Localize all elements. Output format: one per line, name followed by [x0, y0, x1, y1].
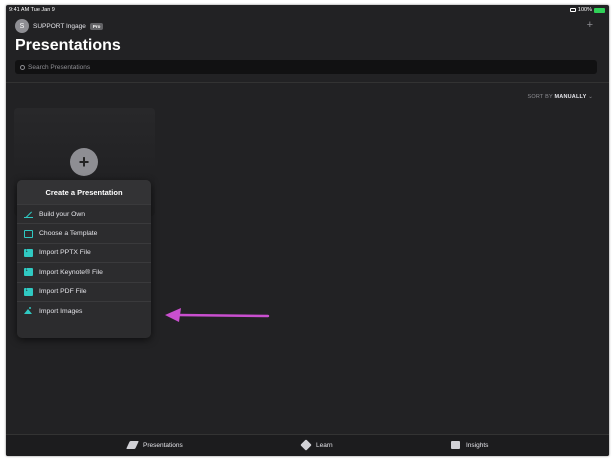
menu-item-build-your-own[interactable]: Build your Own	[17, 204, 151, 223]
search-icon	[20, 64, 25, 70]
search-input[interactable]	[28, 63, 228, 71]
sort-label: SORT BY	[527, 94, 553, 100]
menu-item-import-keynote[interactable]: Import Keynote® File	[17, 262, 151, 281]
avatar: S	[15, 19, 29, 33]
tab-presentations[interactable]: Presentations	[126, 441, 183, 449]
battery-icon	[594, 7, 605, 13]
menu-item-label: Import Keynote® File	[39, 268, 103, 276]
sort-value: MANUALLY	[554, 94, 587, 100]
status-bar: 9:41 AM Tue Jan 9 100%	[6, 5, 609, 15]
app-window: 9:41 AM Tue Jan 9 100% S SUPPORT Ingage …	[6, 5, 609, 456]
chevron-down-icon: ⌄	[588, 94, 593, 100]
account-switcher[interactable]: S SUPPORT Ingage Pro	[15, 19, 104, 33]
tab-bar: Presentations Learn Insights	[6, 434, 609, 456]
tab-label: Insights	[466, 441, 489, 449]
import-icon	[24, 266, 33, 277]
add-presentation-icon[interactable]: +	[70, 148, 98, 176]
sort-control[interactable]: SORT BY MANUALLY ⌄	[528, 94, 593, 100]
menu-item-import-pptx[interactable]: Import PPTX File	[17, 242, 151, 262]
template-icon	[24, 229, 33, 238]
tab-insights[interactable]: Insights	[451, 441, 488, 449]
pencil-icon	[24, 210, 33, 219]
menu-item-import-pdf[interactable]: Import PDF File	[17, 281, 151, 301]
learn-icon	[300, 439, 312, 451]
plus-icon[interactable]: +	[587, 19, 593, 31]
create-presentation-menu: Create a Presentation Build your Own Cho…	[17, 180, 151, 338]
annotation-arrow	[165, 308, 270, 322]
status-right: 100%	[569, 7, 605, 13]
menu-item-choose-template[interactable]: Choose a Template	[17, 223, 151, 242]
menu-item-label: Import PDF File	[39, 288, 87, 296]
menu-item-label: Import Images	[39, 307, 83, 315]
divider	[6, 82, 609, 83]
search-bar[interactable]	[15, 60, 597, 74]
menu-item-label: Choose a Template	[39, 230, 98, 238]
status-time: 9:41 AM Tue Jan 9	[9, 7, 55, 13]
tab-learn[interactable]: Learn	[300, 439, 333, 451]
menu-item-label: Import PPTX File	[39, 249, 91, 257]
menu-item-label: Build your Own	[39, 210, 86, 218]
battery-percent: 100%	[577, 7, 592, 13]
import-icon	[24, 286, 33, 296]
presentations-icon	[126, 441, 139, 449]
insights-icon	[451, 441, 460, 449]
tab-label: Presentations	[143, 441, 183, 449]
import-icon	[24, 247, 33, 257]
tab-label: Learn	[316, 441, 333, 449]
menu-item-import-images[interactable]: Import Images	[17, 300, 151, 320]
screen-mirroring-icon	[569, 8, 576, 12]
account-name: SUPPORT Ingage	[33, 22, 86, 30]
image-icon	[24, 307, 33, 315]
menu-title: Create a Presentation	[17, 180, 151, 204]
page-title: Presentations	[15, 37, 121, 54]
pro-badge: Pro	[89, 22, 104, 30]
